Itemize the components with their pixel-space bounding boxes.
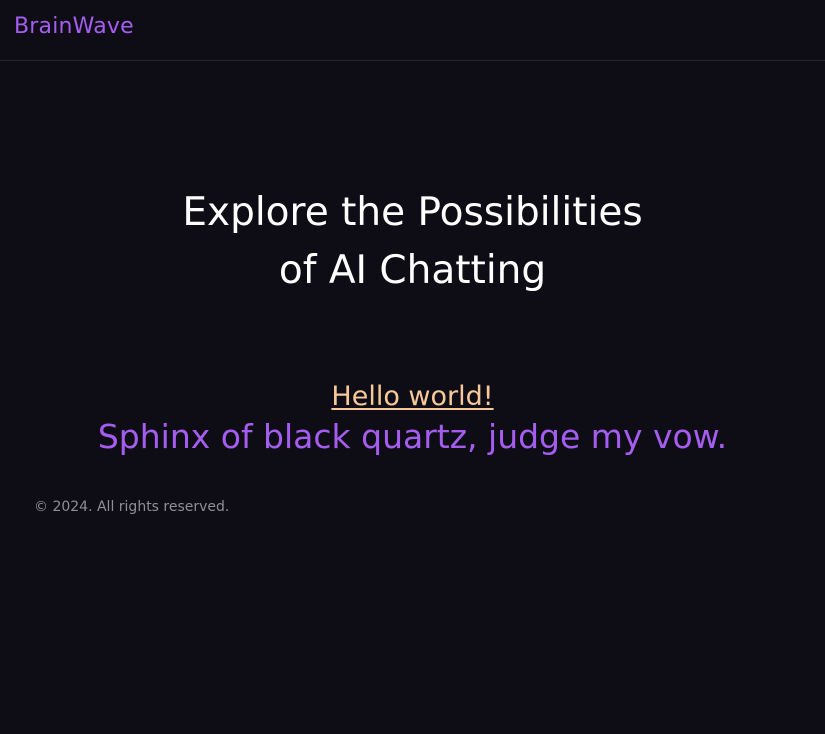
- copyright-text: © 2024. All rights reserved.: [34, 499, 230, 515]
- site-header: BrainWave: [0, 0, 825, 61]
- brand-logo-link[interactable]: BrainWave: [14, 12, 134, 42]
- pangram-text: Sphinx of black quartz, judge my vow.: [97, 417, 728, 456]
- hero-title-line-2: of AI Chatting: [278, 248, 547, 293]
- hero-title: Explore the Possibilities of AI Chatting: [0, 184, 825, 300]
- hello-world-link[interactable]: Hello world!: [331, 381, 493, 412]
- hero-title-line-1: Explore the Possibilities: [182, 190, 643, 235]
- hello-container: Hello world!: [0, 378, 825, 416]
